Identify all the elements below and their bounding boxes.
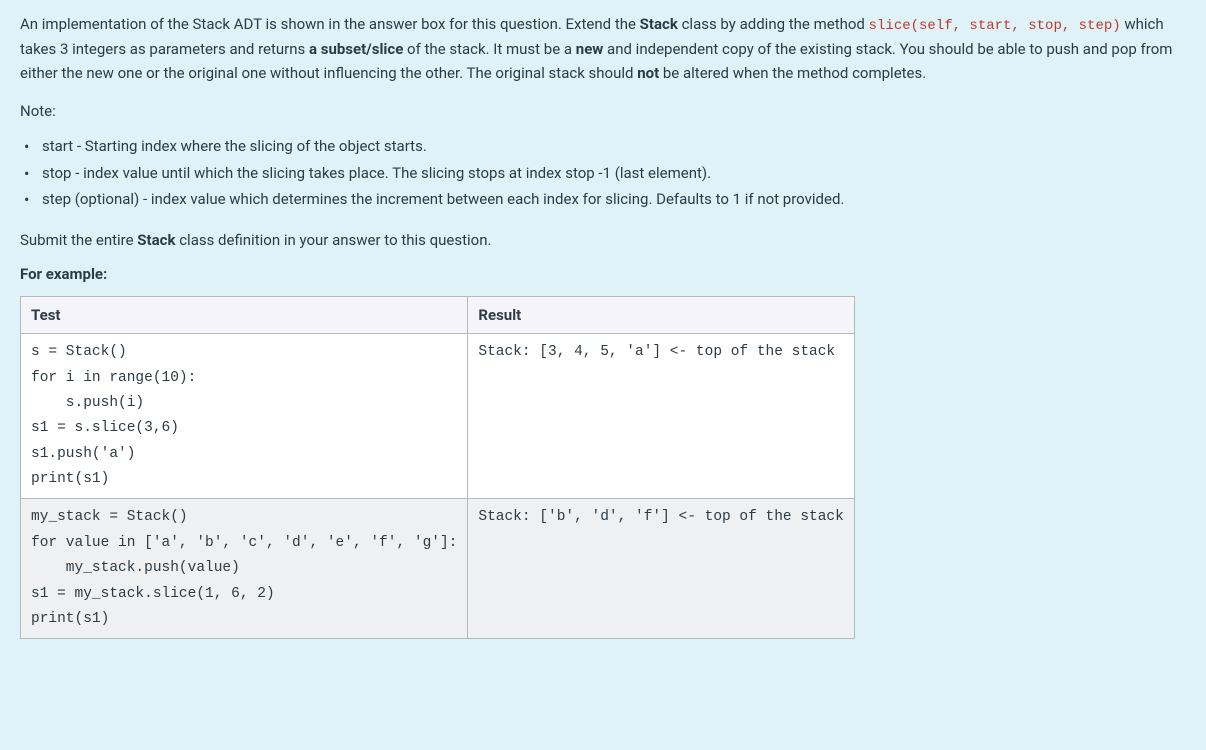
result-cell: Stack: ['b', 'd', 'f'] <- top of the sta…: [468, 499, 854, 639]
example-table: Test Result s = Stack() for i in range(1…: [20, 296, 855, 639]
method-signature-code: slice(self, start, stop, step): [869, 18, 1121, 34]
table-header-row: Test Result: [21, 297, 855, 334]
question-text: An implementation of the Stack ADT is sh…: [20, 12, 1186, 639]
intro-paragraph: An implementation of the Stack ADT is sh…: [20, 12, 1186, 85]
intro-text-1: An implementation of the Stack ADT is sh…: [20, 15, 640, 33]
submit-text-2: class definition in your answer to this …: [175, 231, 491, 249]
notes-list: start - Starting index where the slicing…: [20, 133, 1186, 212]
new-bold: new: [576, 40, 604, 58]
header-result: Result: [468, 297, 854, 334]
stack-bold-1: Stack: [640, 15, 678, 33]
stack-bold-2: Stack: [137, 231, 175, 249]
header-test: Test: [21, 297, 468, 334]
note-label: Note:: [20, 99, 1186, 123]
result-cell: Stack: [3, 4, 5, 'a'] <- top of the stac…: [468, 334, 854, 499]
submit-instruction: Submit the entire Stack class definition…: [20, 228, 1186, 252]
intro-text-4: of the stack. It must be a: [403, 40, 575, 58]
table-row: s = Stack() for i in range(10): s.push(i…: [21, 334, 855, 499]
note-item-step: step (optional) - index value which dete…: [24, 186, 1186, 212]
note-item-start: start - Starting index where the slicing…: [24, 133, 1186, 159]
example-label: For example:: [20, 262, 1186, 286]
submit-text-1: Submit the entire: [20, 231, 137, 249]
intro-text-6: be altered when the method completes.: [659, 64, 926, 82]
subset-bold: a subset/slice: [309, 40, 403, 58]
note-item-stop: stop - index value until which the slici…: [24, 160, 1186, 186]
test-cell: my_stack = Stack() for value in ['a', 'b…: [21, 499, 468, 639]
table-row: my_stack = Stack() for value in ['a', 'b…: [21, 499, 855, 639]
not-bold: not: [637, 64, 659, 82]
intro-text-2: class by adding the method: [678, 15, 869, 33]
test-cell: s = Stack() for i in range(10): s.push(i…: [21, 334, 468, 499]
